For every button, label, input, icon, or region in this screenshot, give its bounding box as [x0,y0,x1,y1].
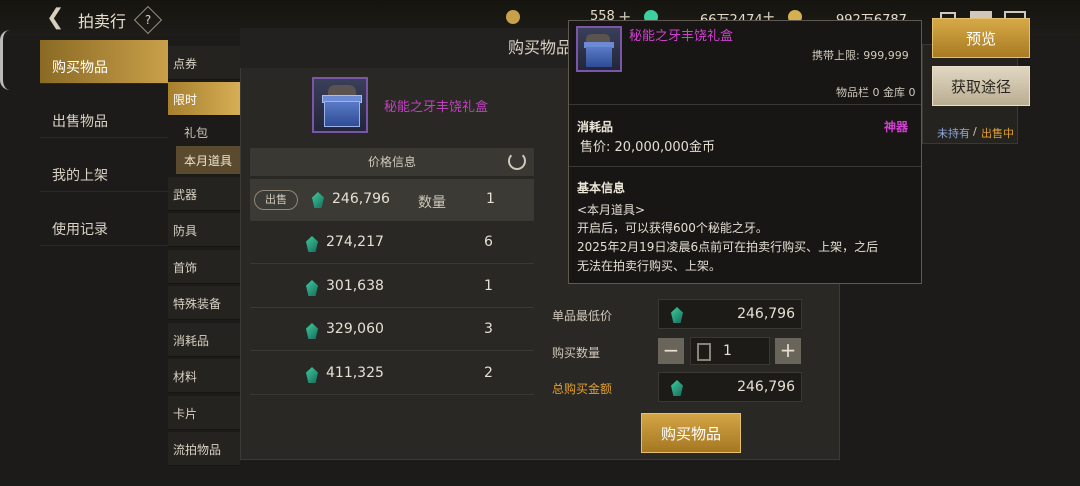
quantity-value: 1 [723,343,732,359]
min-price-label: 单品最低价 [552,309,613,323]
category-limited[interactable]: 限时 [168,82,240,116]
subcategory-monthly-item[interactable]: 本月道具 [176,146,240,174]
desc-line-3: 2025年2月19日凌晨6点前可在拍卖行购买、上架，之后 [577,240,879,254]
page-title: 拍卖行 [78,12,127,31]
gem-icon [306,323,318,339]
category-failed-auction[interactable]: 流拍物品 [168,432,240,466]
separator: / [973,125,977,138]
listing-quantity: 6 [484,234,493,250]
listing-row[interactable]: 329,060 3 [250,309,534,351]
category-weapon[interactable]: 武器 [168,177,240,211]
listing-price: 301,638 [326,278,384,294]
tooltip-item-name: 秘能之牙丰饶礼盒 [629,29,734,44]
tooltip-item-icon [576,26,622,72]
decrease-quantity-button[interactable]: − [658,338,684,364]
increase-quantity-button[interactable]: + [775,338,801,364]
coin-icon [506,10,520,24]
storage-count: 物品栏 0 金库 0 [836,86,916,99]
category-armor[interactable]: 防具 [168,213,240,247]
listing-row[interactable]: 411,325 2 [250,353,534,395]
desc-line-1: <本月道具> [577,203,646,217]
listing-quantity: 1 [484,278,493,294]
subcategory-gift-pack[interactable]: 礼包 [176,118,240,146]
refresh-icon[interactable] [508,152,526,170]
gem-icon [306,367,318,383]
listing-price: 411,325 [326,365,384,381]
tab-usage-records[interactable]: 使用记录 [40,202,168,246]
listing-quantity: 3 [484,321,493,337]
category-special-equipment[interactable]: 特殊装备 [168,286,240,320]
gem-icon [306,280,318,296]
gem-icon [312,192,324,208]
listing-row[interactable]: 301,638 1 [250,266,534,308]
total-price-value: 246,796 [658,372,802,402]
desc-line-4: 无法在拍卖行购买、上架。 [577,259,722,273]
quantity-label: 购买数量 [552,346,601,360]
tab-buy-items[interactable]: 购买物品 [40,40,168,84]
buy-button[interactable]: 购买物品 [641,413,741,453]
selling-label[interactable]: 出售中 [981,125,1014,141]
gem-icon [671,380,683,396]
min-price-value: 246,796 [658,299,802,329]
category-card[interactable]: 卡片 [168,396,240,430]
tab-my-listings[interactable]: 我的上架 [40,148,168,192]
listing-price: 274,217 [326,234,384,250]
category-accessory[interactable]: 首饰 [168,250,240,284]
box-body [324,101,360,127]
carry-limit: 携带上限: 999,999 [812,49,909,62]
listing-row[interactable]: 274,217 6 [250,222,534,264]
quantity-input[interactable]: 1 [690,337,770,365]
gift-box-icon[interactable] [312,77,368,133]
category-material[interactable]: 材料 [168,359,240,393]
tooltip-divider [569,104,921,105]
tab-sell-items[interactable]: 出售物品 [40,94,168,138]
not-owned-label[interactable]: 未持有 [937,125,970,141]
left-edge-handle[interactable] [0,30,10,90]
gem-icon [306,236,318,252]
obtain-method-button[interactable]: 获取途径 [932,66,1030,106]
sell-badge: 出售 [254,190,298,210]
listing-price: 329,060 [326,321,384,337]
gem-icon [671,307,683,323]
price-info-header: 价格信息 [250,148,534,176]
back-arrow-icon[interactable]: ❮ [46,6,70,30]
listing-row[interactable]: 出售 246,796 数量 1 [250,179,534,221]
item-grade: 神器 [884,120,909,134]
sell-price: 售价: 20,000,000金币 [580,140,715,155]
listing-price: 246,796 [332,191,390,207]
item-type: 消耗品 [577,120,614,134]
listing-quantity: 1 [486,191,495,207]
preview-button[interactable]: 预览 [932,18,1030,58]
listing-quantity: 2 [484,365,493,381]
item-name: 秘能之牙丰饶礼盒 [384,100,489,115]
quantity-label: 数量 [418,195,446,211]
calculator-icon[interactable] [697,343,711,361]
total-price-label: 总购买金额 [552,382,613,396]
desc-line-2: 开启后，可以获得600个秘能之牙。 [577,221,768,235]
category-consumable[interactable]: 消耗品 [168,323,240,357]
category-coupon[interactable]: 点券 [168,46,240,80]
basic-info-title: 基本信息 [577,181,626,195]
tooltip-divider [569,166,921,167]
